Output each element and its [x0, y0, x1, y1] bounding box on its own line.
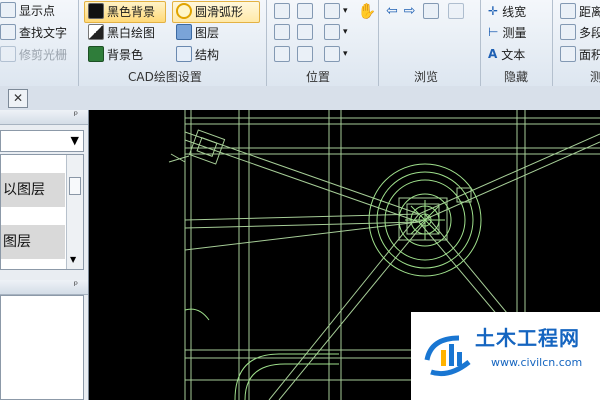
zoom-out-icon[interactable]: [324, 24, 340, 40]
position-tools: ▾ ✋: [274, 1, 376, 21]
group-label-cad: CAD绘图设置: [128, 70, 202, 84]
pin-icon[interactable]: ᵖ: [74, 110, 78, 121]
watermark-logo: 土木工程网 www.civilcn.com: [411, 312, 600, 400]
group-label-browse: 浏览: [414, 70, 439, 84]
zoom-window-icon[interactable]: [297, 3, 313, 19]
panel-header: ᵖ: [0, 110, 88, 125]
scrollbar-thumb[interactable]: [69, 177, 81, 195]
layer-icon: [176, 24, 192, 40]
hand-icon[interactable]: ✋: [358, 2, 377, 20]
vertical-scrollbar[interactable]: ▼: [66, 155, 83, 269]
watermark-url: www.civilcn.com: [491, 356, 583, 369]
export-icon[interactable]: [448, 3, 465, 19]
group-label-position: 位置: [306, 70, 331, 84]
view-icon[interactable]: [324, 46, 340, 62]
zoom-fit-icon[interactable]: [297, 24, 313, 40]
arrow-left-icon[interactable]: ⇦: [386, 3, 398, 19]
chevron-down-icon[interactable]: ▾: [343, 27, 348, 37]
polyline-icon: [560, 24, 576, 40]
arrow-right-icon[interactable]: ⇨: [404, 3, 416, 19]
structure-icon: [176, 46, 192, 62]
measure-button[interactable]: ⊢ 测量: [488, 22, 526, 42]
layer-list[interactable]: 以图层 图层 ▼: [0, 154, 84, 270]
list-item[interactable]: 以图层: [1, 173, 65, 207]
separator: [552, 0, 553, 86]
area-button[interactable]: 面积: [560, 44, 600, 64]
separator: [78, 0, 79, 86]
chevron-down-icon[interactable]: ▾: [343, 49, 348, 59]
group-label-measure: 测: [590, 70, 600, 84]
line-width-icon: ✛: [488, 4, 499, 18]
background-color-icon: [88, 46, 104, 62]
smooth-arc-button[interactable]: 圆滑弧形: [176, 1, 243, 21]
bw-drawing-button[interactable]: 黑白绘图: [88, 22, 155, 42]
pin-icon[interactable]: ᵖ: [74, 280, 78, 291]
trim-raster-button[interactable]: 修剪光栅: [0, 44, 67, 64]
chevron-down-icon: ▼: [70, 134, 79, 147]
line-width-button[interactable]: ✛ 线宽: [488, 1, 526, 21]
distance-icon: [560, 3, 576, 19]
separator: [378, 0, 379, 86]
black-background-icon: [88, 3, 104, 19]
show-points-button[interactable]: 显示点: [0, 0, 55, 20]
layer-dropdown[interactable]: ▼: [0, 130, 84, 152]
list-item[interactable]: 图层: [1, 225, 65, 259]
layer-button[interactable]: 图层: [176, 22, 219, 42]
black-background-button[interactable]: 黑色背景: [88, 1, 155, 21]
grid-icon[interactable]: [274, 24, 290, 40]
find-text-icon: [0, 24, 16, 40]
position-tools: ▾: [274, 22, 348, 42]
document-tab-bar: [0, 86, 600, 111]
zoom-in-icon[interactable]: [324, 3, 340, 19]
polyline-button[interactable]: 多段: [560, 22, 600, 42]
points-icon: [0, 2, 16, 18]
close-tab-button[interactable]: ✕: [8, 89, 28, 108]
scroll-down-icon[interactable]: ▼: [70, 255, 76, 264]
ribbon-toolbar: 显示点 查找文字 修剪光栅 黑色背景 黑白绘图 背景色 圆滑弧形 图层 结构 C…: [0, 0, 600, 87]
panel-header: ᵖ: [0, 280, 88, 295]
separator: [480, 0, 481, 86]
refresh-icon[interactable]: [423, 3, 440, 19]
text-icon: A: [488, 47, 498, 61]
smooth-arc-icon: [176, 3, 192, 19]
browse-tools: ⇦ ⇨: [386, 1, 467, 21]
chevron-down-icon[interactable]: ▾: [343, 6, 348, 16]
grid-icon[interactable]: [274, 3, 290, 19]
civil-logo-icon: [424, 335, 471, 377]
distance-button[interactable]: 距离: [560, 1, 600, 21]
separator: [266, 0, 267, 86]
measure-icon: ⊢: [488, 25, 499, 39]
bw-drawing-icon: [88, 24, 104, 40]
area-icon: [560, 46, 576, 62]
structure-button[interactable]: 结构: [176, 44, 219, 64]
position-tools: ▾: [274, 44, 348, 64]
group-label-hide: 隐藏: [504, 70, 529, 84]
trim-raster-icon: [0, 46, 16, 62]
watermark-title: 土木工程网: [475, 326, 580, 350]
pan-icon[interactable]: [274, 46, 290, 62]
text-button[interactable]: A 文本: [488, 44, 525, 64]
background-color-button[interactable]: 背景色: [88, 44, 143, 64]
zoom-realtime-icon[interactable]: [297, 46, 313, 62]
find-text-button[interactable]: 查找文字: [0, 22, 67, 42]
panel-body: [0, 295, 84, 400]
